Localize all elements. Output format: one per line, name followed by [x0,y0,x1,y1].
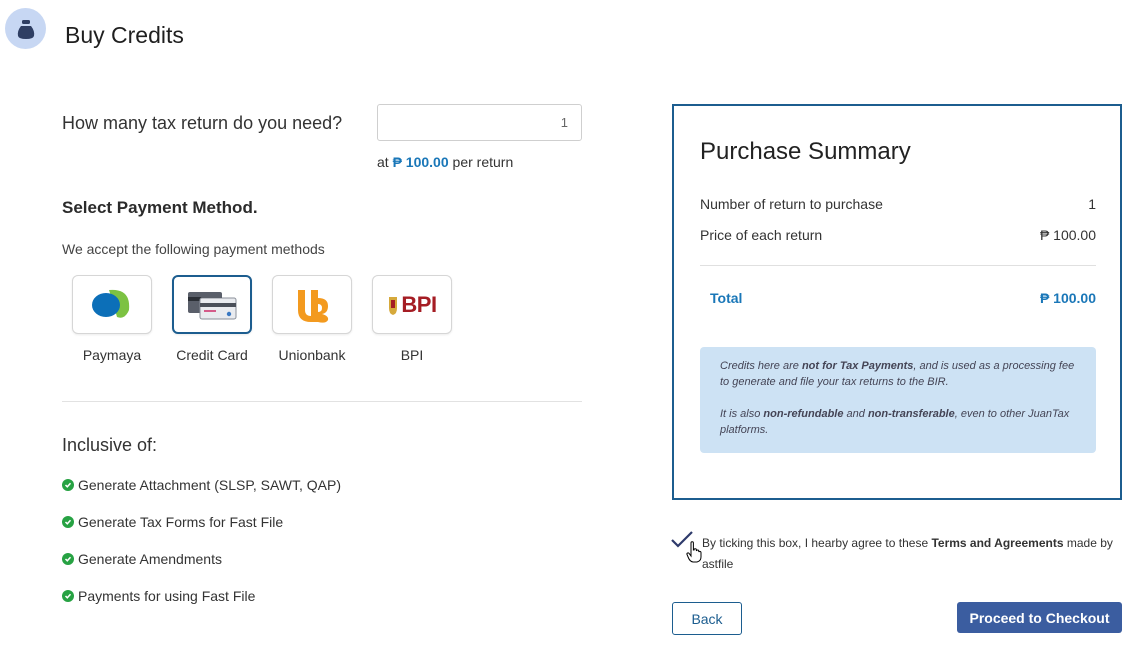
notice-emphasis: not for Tax Payments [801,360,914,372]
notice-emphasis: non-transferable [867,408,955,420]
bpi-crest-icon [389,296,398,315]
notice-text: Credits here are [720,360,802,372]
inclusion-item: Generate Amendments [62,551,222,567]
payment-option-bpi-label: BPI [400,347,424,363]
purchase-summary-title: Purchase Summary [700,138,911,165]
price-prefix: at [377,154,389,170]
purchase-summary-panel: Purchase Summary Number of return to pur… [672,104,1122,500]
quantity-label: How many tax return do you need? [62,113,343,133]
payment-option-paymaya[interactable]: Paymaya [72,275,152,363]
total-value: ₱ 100.00 [1039,290,1096,306]
check-circle-icon [62,516,74,528]
terms-link[interactable]: Terms and Agreements [931,536,1063,550]
credit-card-icon [188,291,237,319]
credits-notice-paragraph: Credits here are not for Tax Payments, a… [720,358,1076,390]
summary-row-price: Price of each return ₱ 100.00 [700,227,1096,243]
payment-option-unionbank[interactable]: Unionbank [272,275,352,363]
proceed-to-checkout-button[interactable]: Proceed to Checkout [957,602,1122,633]
payment-option-bpi-card[interactable]: BPI [372,275,452,334]
back-button[interactable]: Back [672,602,742,635]
unit-price: ₱ 100.00 [392,154,449,170]
payment-option-credit-card-card[interactable] [172,275,252,334]
inclusion-item-label: Payments for using Fast File [78,588,256,604]
section-divider [62,401,582,402]
inclusion-item: Generate Tax Forms for Fast File [62,514,283,530]
money-bag-icon [5,8,46,49]
payment-option-paymaya-card[interactable] [72,275,152,334]
quantity-input[interactable] [377,104,582,141]
payment-option-bpi[interactable]: BPI BPI [372,275,452,363]
inclusions-title: Inclusive of: [62,435,158,455]
paymaya-logo-icon [92,289,130,318]
summary-row-quantity: Number of return to purchase 1 [700,196,1096,212]
payment-method-subtitle: We accept the following payment methods [62,241,325,257]
summary-row-label: Price of each return [700,227,823,243]
inclusion-item: Payments for using Fast File [62,588,255,604]
credits-notice-paragraph: It is also non-refundable and non-transf… [720,406,1076,438]
inclusion-item-label: Generate Tax Forms for Fast File [78,514,284,530]
check-circle-icon [62,590,74,602]
inclusion-item: Generate Attachment (SLSP, SAWT, QAP) [62,477,341,493]
check-circle-icon [62,553,74,565]
check-circle-icon [62,479,74,491]
notice-text: It is also [720,408,764,420]
credits-notice: Credits here are not for Tax Payments, a… [700,347,1096,453]
terms-text: By ticking this box, I hearby agree to t… [702,536,932,550]
bpi-logo: BPI [401,291,437,317]
price-suffix: per return [452,154,514,170]
summary-row-value: ₱ 100.00 [1039,227,1096,243]
summary-row-value: 1 [1088,196,1096,212]
summary-row-label: Number of return to purchase [700,196,883,212]
unionbank-logo-icon [298,289,329,323]
terms-agreement-text: By ticking this box, I hearby agree to t… [702,533,1122,575]
total-label: Total [710,290,743,306]
price-per-return: at ₱ 100.00 per return [377,154,513,170]
inclusion-item-label: Generate Attachment (SLSP, SAWT, QAP) [78,477,342,493]
payment-option-unionbank-card[interactable] [272,275,352,334]
hand-cursor-icon [686,541,702,563]
page-title: Buy Credits [65,22,184,48]
summary-divider [700,265,1096,266]
terms-text: astfile [702,557,734,571]
notice-emphasis: non-refundable [763,408,844,420]
summary-total-row: Total ₱ 100.00 [710,290,1096,306]
notice-text: and [843,408,868,420]
terms-text: made by [1063,536,1113,550]
payment-method-title: Select Payment Method. [62,198,258,217]
payment-option-credit-card[interactable]: Credit Card [172,275,252,363]
inclusion-item-label: Generate Amendments [78,551,222,567]
